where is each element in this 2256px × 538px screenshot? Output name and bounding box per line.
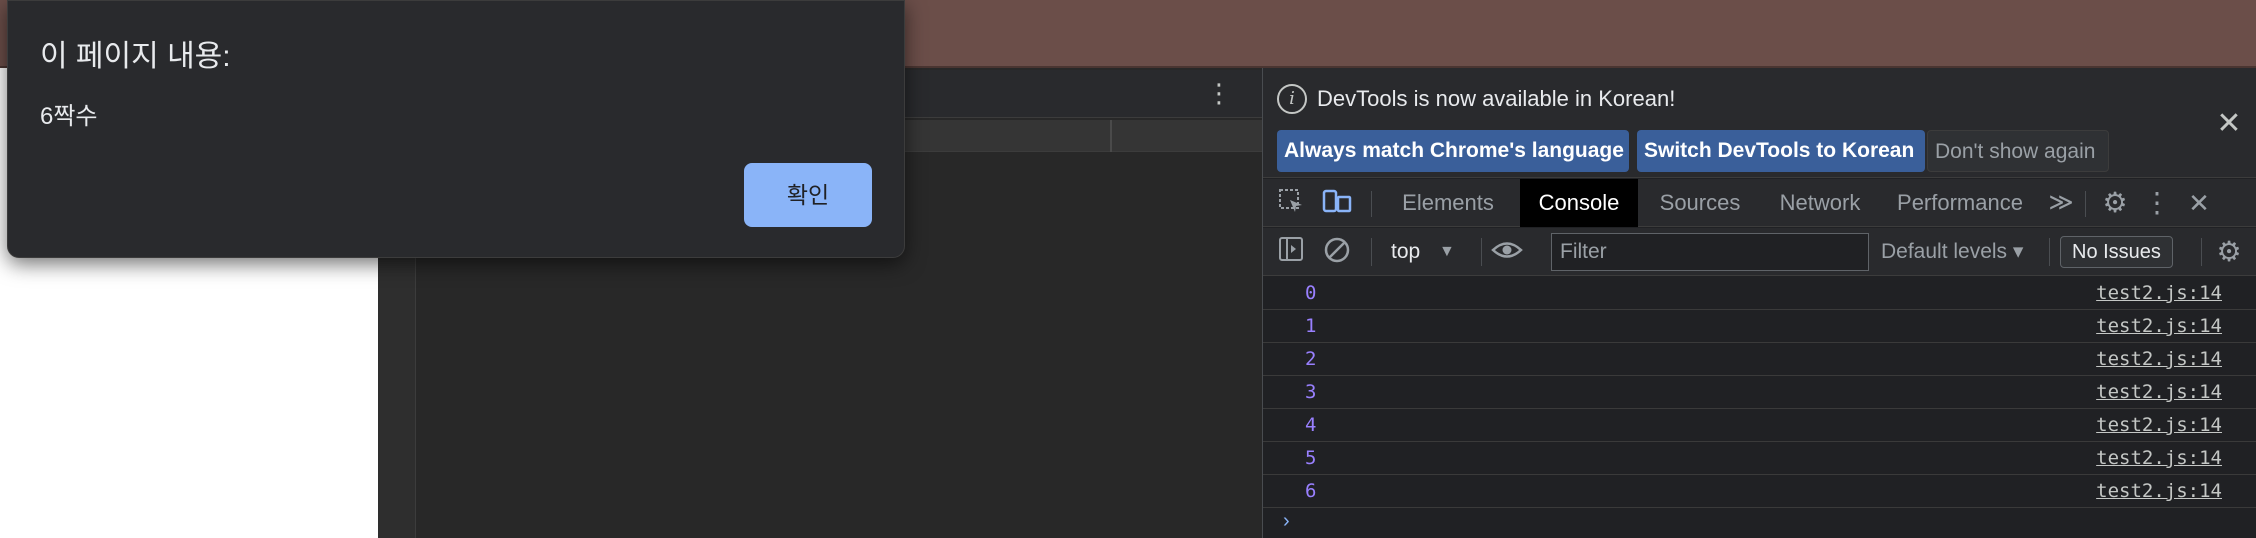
inspect-element-icon[interactable] — [1275, 187, 1307, 219]
console-filter-input[interactable] — [1551, 233, 1869, 271]
live-expression-eye-icon[interactable] — [1491, 236, 1523, 268]
toolbar-divider — [2049, 238, 2050, 266]
message-value: 1 — [1305, 315, 1317, 337]
settings-gear-icon[interactable]: ⚙ — [2099, 187, 2131, 219]
message-value: 2 — [1305, 348, 1317, 370]
source-link[interactable]: test2.js:14 — [2096, 414, 2222, 436]
chevron-down-icon[interactable]: ▼ — [1439, 228, 1455, 276]
devtools-tabbar: Elements Console Sources Network Perform… — [1263, 179, 2256, 227]
screen: ⋮ i DevTools is now available in Korean!… — [0, 0, 2256, 538]
source-link[interactable]: test2.js:14 — [2096, 447, 2222, 469]
prompt-caret-icon: › — [1283, 510, 1290, 532]
toolbar-divider — [1371, 238, 1372, 266]
dialog-message: 6짝수 — [40, 103, 98, 130]
message-value: 0 — [1305, 282, 1317, 304]
console-messages: 0 test2.js:14 1 test2.js:14 2 test2.js:1… — [1263, 277, 2256, 538]
tab-performance[interactable]: Performance — [1885, 179, 2035, 227]
devtools-panel: i DevTools is now available in Korean! ✕… — [1262, 68, 2256, 538]
tab-elements[interactable]: Elements — [1387, 179, 1509, 227]
log-levels-dropdown[interactable]: Default levels ▾ — [1881, 228, 2023, 276]
clear-console-icon[interactable] — [1321, 236, 1353, 268]
message-value: 5 — [1305, 447, 1317, 469]
source-link[interactable]: test2.js:14 — [2096, 480, 2222, 502]
console-toolbar: top ▼ Default levels ▾ No Issues ⚙ — [1263, 228, 2256, 276]
toolbar-divider — [1371, 191, 1372, 217]
console-prompt[interactable]: › — [1263, 508, 2256, 538]
source-link[interactable]: test2.js:14 — [2096, 348, 2222, 370]
message-value: 3 — [1305, 381, 1317, 403]
device-toolbar-icon[interactable] — [1321, 187, 1353, 219]
source-link[interactable]: test2.js:14 — [2096, 315, 2222, 337]
source-link[interactable]: test2.js:14 — [2096, 282, 2222, 304]
more-tabs-icon[interactable]: ≫ — [2045, 187, 2077, 219]
kebab-menu-icon[interactable]: ⋮ — [2141, 187, 2173, 219]
issues-button[interactable]: No Issues — [2060, 236, 2173, 268]
console-message: 2 test2.js:14 — [1263, 343, 2256, 376]
console-settings-gear-icon[interactable]: ⚙ — [2213, 236, 2245, 268]
more-options-icon[interactable]: ⋮ — [1205, 78, 1233, 110]
tab-console[interactable]: Console — [1520, 179, 1638, 227]
match-language-button[interactable]: Always match Chrome's language — [1277, 130, 1629, 172]
context-selector[interactable]: top — [1391, 228, 1420, 276]
sidebar-toggle-icon[interactable] — [1275, 236, 1307, 268]
toolbar-divider — [2201, 238, 2202, 266]
console-message: 0 test2.js:14 — [1263, 277, 2256, 310]
console-message: 1 test2.js:14 — [1263, 310, 2256, 343]
alert-dialog: 이 페이지 내용: 6짝수 확인 — [7, 0, 905, 258]
tab-sources[interactable]: Sources — [1645, 179, 1755, 227]
toolbar-divider — [1481, 238, 1482, 266]
info-icon: i — [1277, 84, 1307, 114]
dialog-title: 이 페이지 내용: — [40, 40, 231, 73]
message-value: 4 — [1305, 414, 1317, 436]
console-message: 5 test2.js:14 — [1263, 442, 2256, 475]
close-devtools-icon[interactable]: ✕ — [2183, 187, 2215, 219]
column-divider[interactable] — [1110, 120, 1112, 152]
infobar-message: DevTools is now available in Korean! — [1317, 86, 1676, 111]
tab-network[interactable]: Network — [1763, 179, 1877, 227]
language-infobar: i DevTools is now available in Korean! ✕… — [1263, 68, 2256, 178]
console-message: 4 test2.js:14 — [1263, 409, 2256, 442]
toolbar-divider — [2085, 191, 2086, 217]
console-message: 3 test2.js:14 — [1263, 376, 2256, 409]
ok-button[interactable]: 확인 — [744, 163, 872, 227]
switch-korean-button[interactable]: Switch DevTools to Korean — [1637, 130, 1925, 172]
source-link[interactable]: test2.js:14 — [2096, 381, 2222, 403]
console-message: 6 test2.js:14 — [1263, 475, 2256, 508]
dont-show-again-button[interactable]: Don't show again — [1927, 130, 2109, 172]
close-icon[interactable]: ✕ — [2213, 108, 2245, 140]
message-value: 6 — [1305, 480, 1317, 502]
